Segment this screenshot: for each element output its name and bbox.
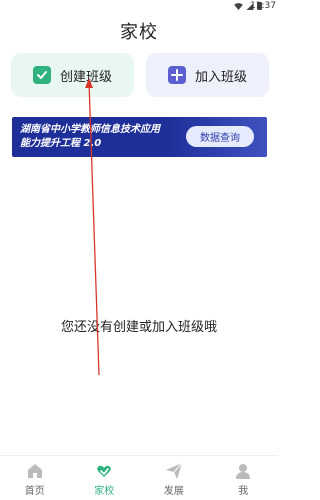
create-class-button[interactable]: 创建班级 — [11, 53, 134, 97]
join-class-label: 加入班级 — [195, 69, 248, 85]
banner-text-line2: 能力提升工程 2.0 — [20, 138, 102, 149]
nav-item-home[interactable]: 首页 — [0, 456, 70, 500]
create-class-label: 创建班级 — [60, 69, 113, 85]
home-icon — [27, 464, 42, 478]
nav-item-school[interactable]: 家校 — [70, 456, 140, 500]
nav-item-develop[interactable]: 发展 — [139, 456, 209, 500]
data-query-button[interactable]: 数据查询 — [186, 126, 254, 147]
nav-label-develop: 发展 — [163, 486, 184, 497]
promo-banner[interactable]: 湖南省中小学教师信息技术应用 能力提升工程 2.0 数据查询 — [12, 117, 267, 157]
banner-text: 湖南省中小学教师信息技术应用 能力提升工程 2.0 — [20, 123, 190, 151]
nav-label-home: 首页 — [24, 486, 45, 497]
status-time: 11:37 — [250, 1, 276, 11]
plus-icon — [168, 66, 186, 84]
join-class-button[interactable]: 加入班级 — [146, 53, 269, 97]
bottom-nav: 首页 家校 发展 我 — [0, 455, 278, 500]
heart-hands-icon — [97, 465, 112, 477]
nav-label-me: 我 — [238, 486, 249, 497]
paper-plane-icon — [165, 462, 183, 479]
status-bar: 11:37 — [0, 0, 278, 14]
banner-text-line1: 湖南省中小学教师信息技术应用 — [20, 124, 160, 135]
person-icon — [236, 464, 251, 479]
checkbox-icon — [33, 66, 51, 84]
nav-item-me[interactable]: 我 — [209, 456, 279, 500]
wifi-icon — [234, 2, 243, 10]
nav-label-school: 家校 — [94, 486, 115, 497]
page-title: 家校 — [120, 22, 158, 43]
empty-state-message: 您还没有创建或加入班级哦 — [60, 320, 217, 335]
